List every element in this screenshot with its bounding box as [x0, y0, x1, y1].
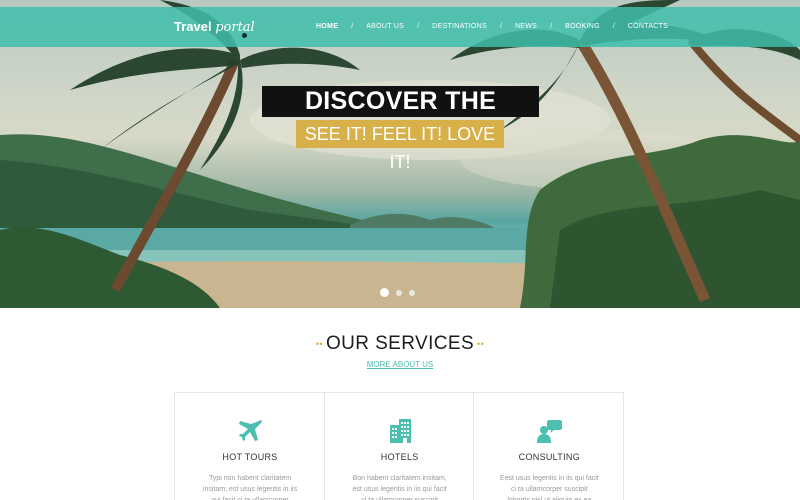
- slider-dot-2[interactable]: [396, 289, 402, 296]
- service-card-text: Eest usus legentis in iis qui facit ci t…: [499, 475, 599, 500]
- slider-pagination: [380, 288, 422, 297]
- nav-item-home[interactable]: HOME: [316, 23, 338, 30]
- service-card-text: Bon habent claritatem insitam, est usus …: [352, 475, 447, 500]
- service-card-consulting[interactable]: CONSULTING Eest usus legentis in iis qui…: [474, 393, 625, 500]
- logo-bold-text: Travel: [174, 19, 212, 34]
- ornament-left: ••: [315, 338, 323, 349]
- more-about-us-link: MORE ABOUT US: [0, 360, 800, 369]
- nav-separator: /: [351, 23, 354, 30]
- service-card-hotels[interactable]: HOTELS Bon habent claritatem insitam, es…: [325, 393, 475, 500]
- slider-dot-1[interactable]: [380, 288, 389, 297]
- service-card-title: CONSULTING: [518, 452, 581, 462]
- logo-dot: [242, 33, 247, 38]
- service-card-text: Typi non habent claritatem insitam; est …: [202, 475, 298, 500]
- nav-item-news[interactable]: NEWS: [515, 23, 537, 30]
- nav-separator: /: [417, 23, 420, 30]
- nav-item-about-us[interactable]: ABOUT US: [366, 23, 404, 30]
- ornament-right: ••: [477, 338, 485, 349]
- nav-separator: /: [499, 23, 502, 30]
- nav-item-destinations[interactable]: DESTINATIONS: [432, 23, 487, 30]
- airplane-icon: [175, 419, 325, 443]
- services-heading: •• OUR SERVICES ••: [0, 333, 800, 355]
- more-about-us-text[interactable]: MORE ABOUT US: [367, 360, 434, 369]
- hotel-building-icon: [325, 419, 475, 443]
- nav-item-booking[interactable]: BOOKING: [565, 23, 600, 30]
- logo-script-text: portal: [215, 20, 255, 35]
- services-cards: HOT TOURS Typi non habent claritatem ins…: [174, 392, 625, 500]
- hero-subheadline: SEE IT! FEEL IT! LOVE IT!: [296, 120, 504, 172]
- main-menu: HOME / ABOUT US / DESTINATIONS / NEWS / …: [316, 23, 668, 30]
- nav-separator: /: [612, 23, 615, 30]
- nav-item-contacts[interactable]: CONTACTS: [628, 23, 668, 30]
- service-card-hot-tours[interactable]: HOT TOURS Typi non habent claritatem ins…: [175, 393, 325, 500]
- hero-slider: Travel portal HOME / ABOUT US / DESTINAT…: [0, 0, 800, 308]
- service-card-title: HOTELS: [380, 452, 419, 462]
- hero-headline: DISCOVER THE PLANET: [262, 86, 539, 146]
- slider-dot-3[interactable]: [409, 289, 415, 296]
- service-card-title: HOT TOURS: [222, 452, 278, 462]
- nav-separator: /: [550, 23, 553, 30]
- consulting-person-icon: [474, 419, 624, 443]
- services-title-text: OUR SERVICES: [325, 333, 475, 354]
- top-navbar: Travel portal HOME / ABOUT US / DESTINAT…: [0, 7, 800, 47]
